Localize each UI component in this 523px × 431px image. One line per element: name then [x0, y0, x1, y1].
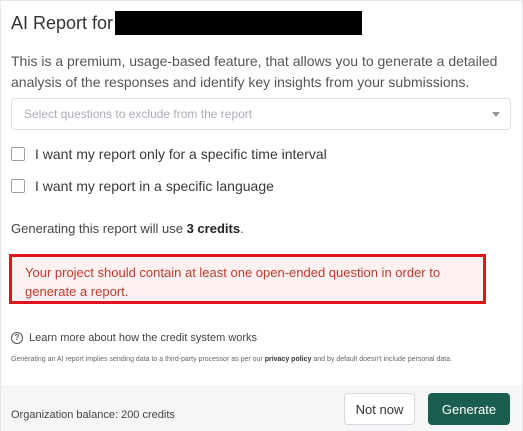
select-placeholder: Select questions to exclude from the rep…: [24, 107, 253, 121]
credits-usage-text: Generating this report will use 3 credit…: [11, 221, 244, 236]
not-now-button[interactable]: Not now: [344, 393, 415, 425]
time-interval-checkbox[interactable]: [11, 147, 25, 161]
generate-button[interactable]: Generate: [428, 393, 510, 425]
credits-amount: 3 credits: [186, 221, 241, 236]
language-label: I want my report in a specific language: [35, 178, 274, 194]
credits-prefix: Generating this report will use: [11, 221, 187, 236]
language-checkbox[interactable]: [11, 179, 25, 193]
time-interval-label: I want my report only for a specific tim…: [35, 146, 327, 162]
redacted-project-name: [115, 11, 363, 35]
feature-description: This is a premium, usage-based feature, …: [11, 53, 498, 90]
error-alert: Your project should contain at least one…: [9, 254, 486, 304]
question-circle-icon: ?: [11, 332, 23, 344]
dialog-header: AI Report for: [11, 10, 363, 36]
organization-balance: Organization balance: 200 credits: [11, 409, 175, 421]
time-interval-option[interactable]: I want my report only for a specific tim…: [11, 146, 327, 162]
dialog-title: AI Report for: [11, 12, 114, 33]
privacy-policy-link[interactable]: privacy policy: [265, 356, 312, 363]
disclaimer-text-before: Generating an AI report implies sending …: [11, 356, 265, 363]
learn-more-text: Learn more about how the credit system w…: [29, 332, 258, 344]
ai-report-dialog: AI Report for This is a premium, usage-b…: [0, 0, 523, 431]
chevron-down-icon: [492, 111, 500, 117]
language-option[interactable]: I want my report in a specific language: [11, 178, 274, 194]
learn-more-link[interactable]: ? Learn more about how the credit system…: [11, 332, 257, 344]
credits-suffix: .: [240, 221, 244, 236]
dialog-footer: Organization balance: 200 credits Not no…: [1, 385, 522, 431]
error-message: Your project should contain at least one…: [25, 265, 441, 299]
privacy-disclaimer: Generating an AI report implies sending …: [11, 354, 516, 365]
exclude-questions-select[interactable]: Select questions to exclude from the rep…: [11, 98, 511, 130]
disclaimer-text-after: and by default doesn't include personal …: [311, 356, 453, 363]
